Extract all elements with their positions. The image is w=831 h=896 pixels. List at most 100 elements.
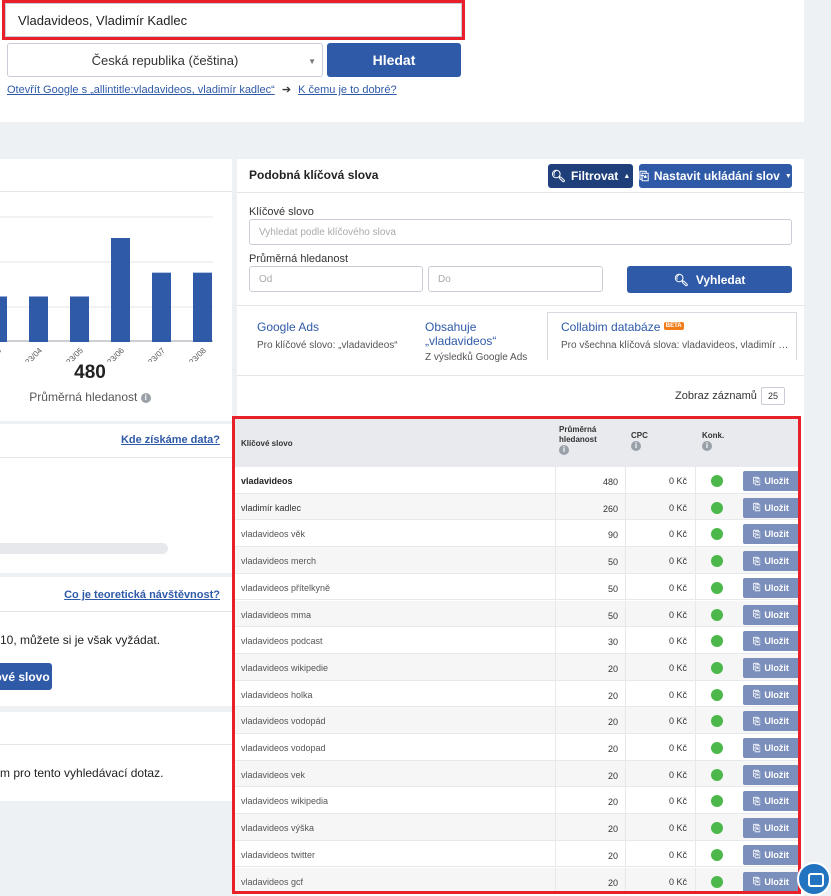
col-cpc[interactable]: CPC i: [631, 431, 648, 451]
save-keyword-button[interactable]: ⎘ Uložit: [743, 551, 798, 572]
language-select[interactable]: Česká republika (čeština) ▼: [7, 43, 323, 77]
search-input[interactable]: [5, 3, 462, 37]
cpc-cell: 0 Kč: [668, 529, 687, 540]
search-panel: Česká republika (čeština) ▼ Hledat Otevř…: [0, 0, 804, 122]
filter-button[interactable]: 🔍︎ Filtrovat ▲: [548, 164, 633, 188]
keyword-cell[interactable]: vladavideos merch: [241, 556, 316, 566]
search-button[interactable]: Hledat: [327, 43, 461, 77]
col-competition[interactable]: Konk. i: [702, 431, 724, 451]
data-source-header: Kde získáme data?: [0, 424, 232, 458]
cpc-cell: 0 Kč: [668, 662, 687, 673]
data-source-panel: Kde získáme data?: [0, 424, 232, 573]
keyword-cell[interactable]: vladavideos věk: [241, 529, 305, 539]
open-google-link[interactable]: Otevřít Google s „allintitle:vladavideos…: [7, 84, 275, 96]
keyword-cell[interactable]: vladavideos: [241, 476, 293, 486]
tab-contains-sub: Z výsledků Google Ads: [425, 352, 528, 363]
tab-collabim-title: Collabim databáze: [561, 320, 661, 334]
table-row: vladavideos výška 20 0 Kč ⎘ Uložit: [235, 814, 798, 841]
chart-bar[interactable]: [70, 296, 89, 343]
tab-google-ads[interactable]: Google Ads Pro klíčové slovo: „vladavide…: [257, 320, 407, 372]
save-keyword-button[interactable]: ⎘ Uložit: [743, 871, 798, 891]
volume-cell: 50: [607, 610, 618, 621]
chart-bar[interactable]: [0, 296, 7, 343]
chat-icon[interactable]: [797, 862, 831, 896]
volume-to-input[interactable]: Do: [428, 266, 603, 292]
chart-x-tick-label: 2023/06: [99, 346, 126, 362]
show-records-select[interactable]: 25: [761, 387, 785, 405]
chart-x-tick-label: 2023/08: [181, 346, 208, 362]
save-keyword-label: Uložit: [764, 716, 789, 727]
info-icon[interactable]: i: [140, 392, 151, 403]
keyword-cell[interactable]: vladavideos mma: [241, 610, 311, 620]
save-keyword-label: Uložit: [764, 769, 789, 780]
theoretical-traffic-link[interactable]: Co je teoretická návštěvnost?: [64, 589, 220, 601]
keyword-filter-input[interactable]: Vyhledat podle klíčového slova: [249, 219, 792, 245]
keyword-cell[interactable]: vladavideos vodopad: [241, 743, 326, 753]
save-icon: ⎘: [753, 582, 761, 593]
add-keyword-button[interactable]: ové slovo: [0, 663, 52, 690]
save-keyword-button[interactable]: ⎘ Uložit: [743, 657, 798, 678]
keyword-cell[interactable]: vladavideos vek: [241, 770, 305, 780]
save-keyword-label: Uložit: [764, 689, 789, 700]
save-keyword-button[interactable]: ⎘ Uložit: [743, 844, 798, 865]
save-keyword-button[interactable]: ⎘ Uložit: [743, 818, 798, 839]
info-icon[interactable]: i: [631, 441, 641, 451]
volume-cell: 50: [607, 583, 618, 594]
chart-bar[interactable]: [152, 272, 171, 342]
chart-bar[interactable]: [193, 272, 212, 342]
info-icon[interactable]: i: [559, 445, 569, 455]
keyword-cell[interactable]: vladimír kadlec: [241, 503, 301, 513]
save-keyword-button[interactable]: ⎘ Uložit: [743, 711, 798, 732]
save-keyword-button[interactable]: ⎘ Uložit: [743, 524, 798, 545]
cell-divider: [695, 814, 696, 841]
cell-divider: [695, 627, 696, 654]
keyword-cell[interactable]: vladavideos podcast: [241, 636, 323, 646]
col-keyword[interactable]: Klíčové slovo: [241, 439, 293, 449]
col-volume[interactable]: Průměrná hledanost i: [559, 425, 607, 455]
tab-collabim-database[interactable]: Collabim databáze BETA Pro všechna klíčo…: [547, 312, 797, 360]
why-link[interactable]: K čemu je to dobré?: [298, 84, 396, 96]
cell-divider: [695, 547, 696, 574]
data-source-link[interactable]: Kde získáme data?: [121, 434, 220, 446]
competition-indicator: [711, 635, 723, 648]
save-keyword-button[interactable]: ⎘ Uložit: [743, 791, 798, 812]
keyword-cell[interactable]: vladavideos holka: [241, 690, 313, 700]
save-icon: ⎘: [753, 742, 761, 753]
chart-bar[interactable]: [111, 238, 130, 342]
keyword-cell[interactable]: vladavideos wikipedia: [241, 796, 328, 806]
cpc-cell: 0 Kč: [668, 876, 687, 887]
table-row: vladavideos vodopad 20 0 Kč ⎘ Uložit: [235, 734, 798, 761]
volume-cell: 20: [607, 797, 618, 808]
save-keyword-button[interactable]: ⎘ Uložit: [743, 577, 798, 598]
save-keyword-button[interactable]: ⎘ Uložit: [743, 604, 798, 625]
save-settings-button[interactable]: ⎘ Nastavit ukládání slov ▼: [639, 164, 792, 188]
save-keyword-label: Uložit: [764, 556, 789, 567]
keyword-cell[interactable]: vladavideos twitter: [241, 850, 315, 860]
table-row: vladavideos wikipedie 20 0 Kč ⎘ Uložit: [235, 653, 798, 681]
competition-indicator: [711, 742, 723, 754]
tab-contains[interactable]: Obsahuje „vladavideos“ Z výsledků Google…: [425, 320, 545, 372]
save-keyword-button[interactable]: ⎘ Uložit: [743, 497, 798, 518]
save-icon: ⎘: [753, 822, 761, 833]
competition-indicator: [711, 581, 723, 594]
save-keyword-button[interactable]: ⎘ Uložit: [743, 738, 798, 758]
keyword-cell[interactable]: vladavideos gcf: [241, 877, 303, 887]
keyword-cell[interactable]: vladavideos wikipedie: [241, 663, 328, 673]
save-keyword-button[interactable]: ⎘ Uložit: [743, 684, 798, 705]
volume-from-input[interactable]: Od: [249, 266, 423, 292]
keyword-cell[interactable]: vladavideos vodopád: [241, 716, 326, 726]
info-icon[interactable]: i: [702, 441, 712, 451]
serp-panel: m pro tento vyhledávací dotaz.: [0, 712, 232, 801]
keyword-cell[interactable]: vladavideos přítelkyně: [241, 583, 330, 593]
save-keyword-button[interactable]: ⎘ Uložit: [743, 471, 798, 491]
save-keyword-button[interactable]: ⎘ Uložit: [743, 631, 798, 652]
filter-search-button[interactable]: 🔍︎ Vyhledat: [627, 266, 792, 293]
chart-bar[interactable]: [29, 296, 48, 343]
chart-x-tick-label: 2023/03: [0, 346, 3, 362]
save-keyword-label: Uložit: [764, 636, 789, 647]
chart-panel-header: [0, 159, 232, 192]
theoretical-traffic-header: Co je teoretická návštěvnost?: [0, 577, 232, 612]
save-keyword-button[interactable]: ⎘ Uložit: [743, 764, 798, 785]
keyword-cell[interactable]: vladavideos výška: [241, 823, 314, 833]
tab-contains-title: Obsahuje „vladavideos“: [425, 320, 497, 348]
